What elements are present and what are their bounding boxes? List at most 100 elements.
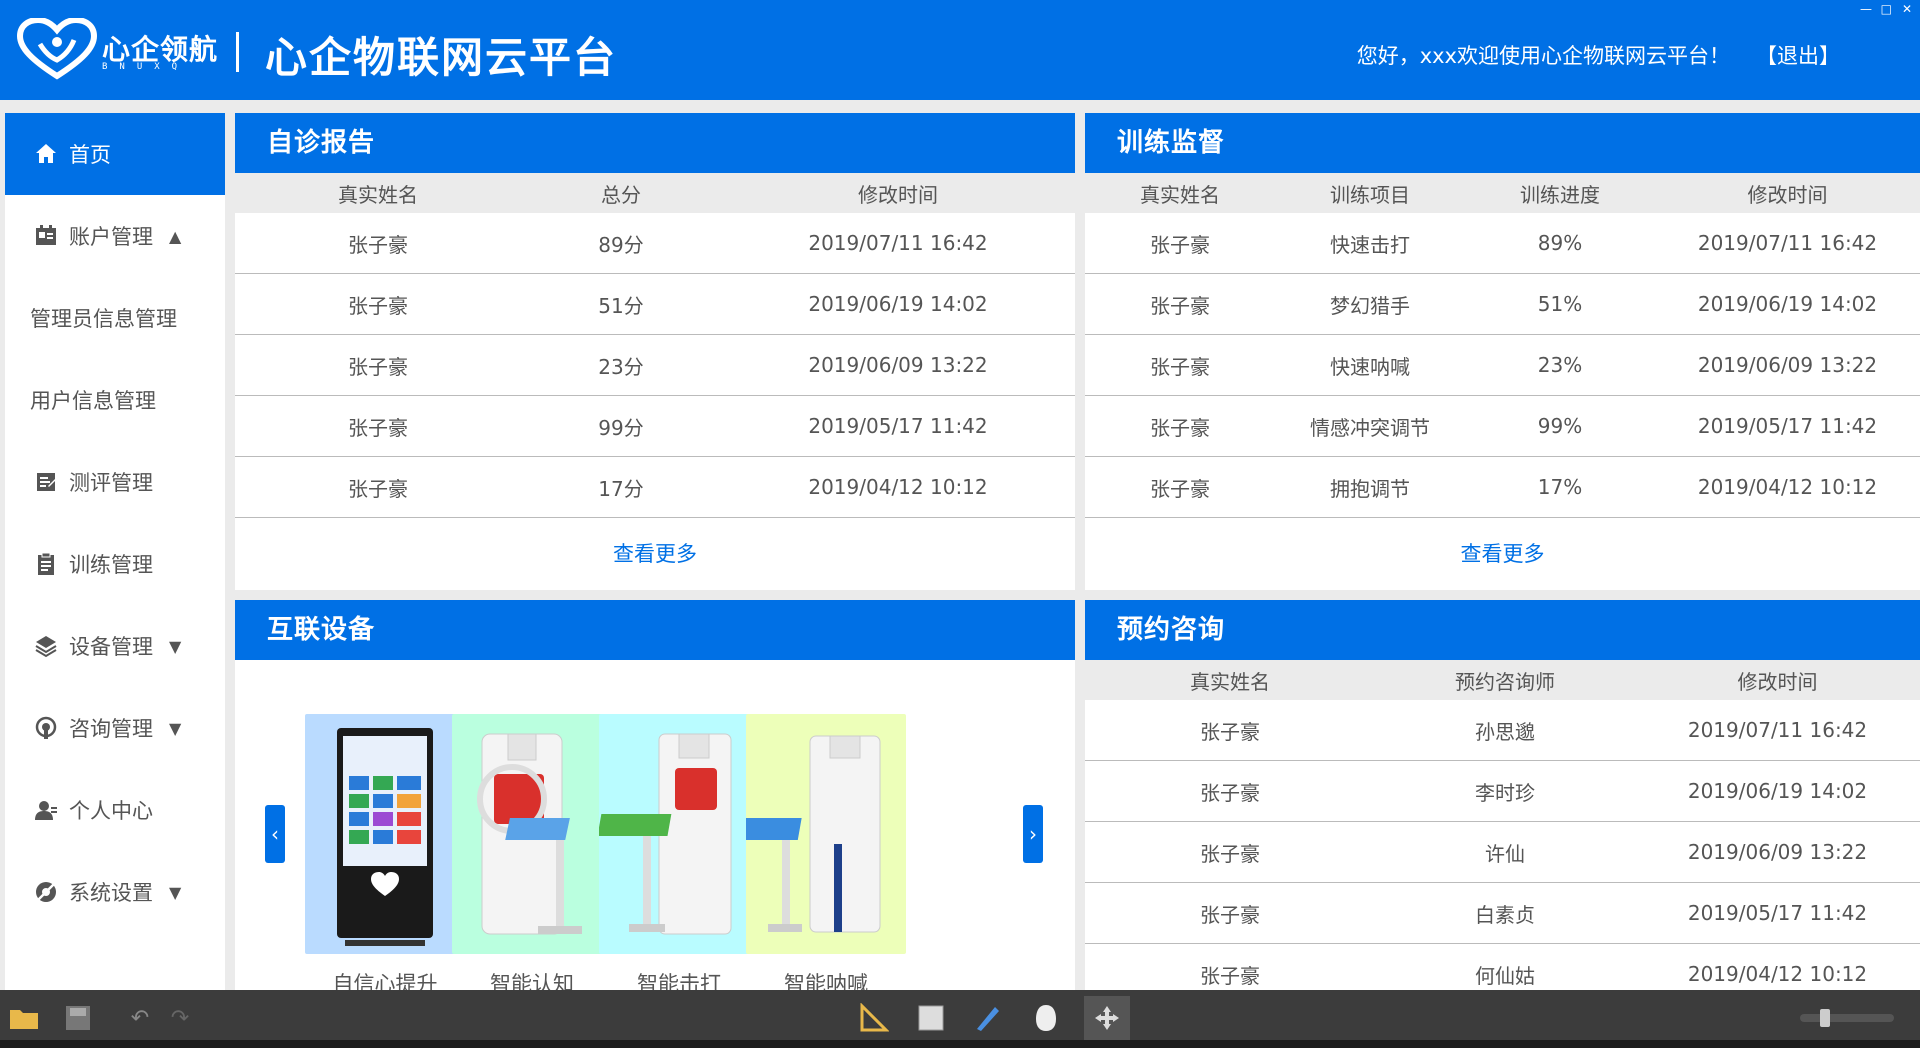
report-table-header: 真实姓名 总分 修改时间 bbox=[235, 173, 1075, 213]
table-row[interactable]: 张子豪 梦幻猎手 51% 2019/06/19 14:02 bbox=[1085, 274, 1920, 335]
table-cell: 23分 bbox=[598, 354, 644, 379]
brand-subtitle: BNUXQ bbox=[102, 62, 190, 72]
settings-icon bbox=[33, 879, 59, 905]
table-row[interactable]: 张子豪 23分 2019/06/09 13:22 bbox=[235, 335, 1075, 396]
header-divider bbox=[236, 32, 239, 72]
cognition-device-illustration bbox=[477, 733, 582, 935]
sidebar-item-label: 个人中心 bbox=[69, 799, 153, 823]
table-cell: 99% bbox=[1537, 414, 1583, 438]
device-card-hitting[interactable] bbox=[597, 714, 759, 954]
ruler-icon[interactable] bbox=[856, 1000, 892, 1036]
column-header: 真实姓名 bbox=[1190, 669, 1270, 694]
table-cell: 许仙 bbox=[1485, 841, 1525, 866]
sidebar-item-training[interactable]: 训练管理 bbox=[5, 523, 225, 605]
zoom-slider-handle[interactable] bbox=[1820, 1009, 1830, 1027]
column-header: 修改时间 bbox=[1737, 669, 1818, 694]
device-label: 智能认知 bbox=[490, 972, 574, 990]
table-row[interactable]: 张子豪 孙思邈 2019/07/11 16:42 bbox=[1085, 700, 1920, 761]
report-view-more-link[interactable]: 查看更多 bbox=[235, 518, 1075, 590]
table-row[interactable]: 张子豪 许仙 2019/06/09 13:22 bbox=[1085, 822, 1920, 883]
rectangle-icon[interactable] bbox=[913, 1000, 949, 1036]
table-cell: 情感冲突调节 bbox=[1310, 415, 1430, 440]
table-cell: 张子豪 bbox=[1150, 354, 1210, 379]
table-cell: 2019/06/19 14:02 bbox=[1697, 292, 1878, 316]
sidebar-item-settings[interactable]: 系统设置 ▼ bbox=[5, 851, 225, 933]
device-card-confidence[interactable] bbox=[305, 714, 465, 954]
report-table-body: 张子豪 89分 2019/07/11 16:42 张子豪 51分 2019/06/19 1… bbox=[235, 213, 1075, 518]
sidebar-item-consult[interactable]: 咨询管理 ▼ bbox=[5, 687, 225, 769]
table-cell: 2019/04/12 10:12 bbox=[808, 475, 988, 499]
table-row[interactable]: 张子豪 拥抱调节 17% 2019/04/12 10:12 bbox=[1085, 457, 1920, 518]
table-cell: 2019/05/17 11:42 bbox=[1687, 901, 1868, 925]
table-cell: 2019/07/11 16:42 bbox=[1697, 231, 1878, 255]
pen-icon[interactable] bbox=[970, 1000, 1006, 1036]
table-cell: 2019/06/19 14:02 bbox=[1687, 779, 1868, 803]
table-cell: 89% bbox=[1537, 231, 1583, 255]
training-table-header: 真实姓名 训练项目 训练进度 修改时间 bbox=[1085, 173, 1920, 213]
sidebar-item-account[interactable]: 账户管理 ▲ bbox=[5, 195, 225, 277]
device-label: 自信心提升 bbox=[332, 972, 438, 990]
carousel-next-button[interactable]: › bbox=[1023, 805, 1043, 863]
table-cell: 何仙姑 bbox=[1475, 963, 1535, 988]
sidebar-nav: 首页 账户管理 ▲ 管理员信息管理 用户信息管理 测评管理 训练管理 设备管理 … bbox=[5, 113, 225, 990]
undo-icon[interactable]: ↶ bbox=[122, 1000, 158, 1036]
close-button[interactable]: ✕ bbox=[1902, 2, 1912, 16]
table-row[interactable]: 张子豪 李时珍 2019/06/19 14:02 bbox=[1085, 761, 1920, 822]
layers-icon bbox=[33, 633, 59, 659]
table-cell: 2019/06/19 14:02 bbox=[808, 292, 988, 316]
table-cell: 2019/06/09 13:22 bbox=[1687, 840, 1868, 864]
sidebar-item-evaluation[interactable]: 测评管理 bbox=[5, 441, 225, 523]
caret-down-icon: ▼ bbox=[169, 718, 182, 738]
shape-icon[interactable] bbox=[1028, 1000, 1064, 1036]
save-icon[interactable] bbox=[60, 1000, 96, 1036]
table-row[interactable]: 张子豪 快速呐喊 23% 2019/06/09 13:22 bbox=[1085, 335, 1920, 396]
maximize-button[interactable]: □ bbox=[1881, 2, 1892, 16]
kiosk-screen-illustration bbox=[337, 728, 433, 946]
appointment-table-body: 张子豪 孙思邈 2019/07/11 16:42 张子豪 李时珍 2019/06/19 1… bbox=[1085, 700, 1920, 990]
folder-icon[interactable] bbox=[6, 1000, 42, 1036]
person-icon bbox=[33, 797, 59, 823]
carousel-prev-button[interactable]: ‹ bbox=[265, 805, 285, 863]
logout-button[interactable]: 【退出】 bbox=[1756, 40, 1840, 70]
table-cell: 张子豪 bbox=[1150, 415, 1210, 440]
redo-icon[interactable]: ↷ bbox=[162, 1000, 198, 1036]
devices-title: 互联设备 bbox=[235, 600, 1075, 660]
table-row[interactable]: 张子豪 快速击打 89% 2019/07/11 16:42 bbox=[1085, 213, 1920, 274]
device-label: 智能击打 bbox=[637, 972, 721, 990]
table-cell: 张子豪 bbox=[1200, 719, 1260, 744]
sidebar-subitem-user-info[interactable]: 用户信息管理 bbox=[5, 359, 225, 441]
table-row[interactable]: 张子豪 17分 2019/04/12 10:12 bbox=[235, 457, 1075, 518]
table-cell: 张子豪 bbox=[348, 232, 408, 257]
table-row[interactable]: 张子豪 99分 2019/05/17 11:42 bbox=[235, 396, 1075, 457]
column-header: 训练进度 bbox=[1520, 182, 1600, 207]
caret-down-icon: ▼ bbox=[169, 882, 182, 902]
column-header: 训练项目 bbox=[1330, 182, 1410, 207]
training-title: 训练监督 bbox=[1085, 113, 1920, 173]
sidebar-item-home[interactable]: 首页 bbox=[5, 113, 225, 195]
table-row[interactable]: 张子豪 51分 2019/06/19 14:02 bbox=[235, 274, 1075, 335]
table-cell: 2019/06/09 13:22 bbox=[1697, 353, 1878, 377]
zoom-slider[interactable] bbox=[1800, 1009, 1894, 1027]
device-card-shouting[interactable] bbox=[737, 714, 906, 954]
appointment-panel: 预约咨询 真实姓名 预约咨询师 修改时间 张子豪 孙思邈 2019/07/11 16… bbox=[1085, 600, 1920, 990]
sidebar-item-personal[interactable]: 个人中心 bbox=[5, 769, 225, 851]
brand-logo bbox=[16, 18, 98, 80]
table-cell: 17分 bbox=[598, 476, 644, 501]
device-label: 智能呐喊 bbox=[784, 972, 868, 990]
table-row[interactable]: 张子豪 情感冲突调节 99% 2019/05/17 11:42 bbox=[1085, 396, 1920, 457]
sidebar-item-label: 设备管理 bbox=[69, 635, 153, 659]
training-view-more-link[interactable]: 查看更多 bbox=[1085, 518, 1920, 590]
table-row[interactable]: 张子豪 89分 2019/07/11 16:42 bbox=[235, 213, 1075, 274]
column-header: 真实姓名 bbox=[1140, 182, 1220, 207]
minimize-button[interactable]: — bbox=[1860, 2, 1872, 16]
device-card-cognition[interactable] bbox=[452, 714, 612, 954]
table-cell: 2019/07/11 16:42 bbox=[1687, 718, 1868, 742]
column-header: 修改时间 bbox=[1747, 182, 1828, 207]
table-row[interactable]: 张子豪 白素贞 2019/05/17 11:42 bbox=[1085, 883, 1920, 944]
table-row[interactable]: 张子豪 何仙姑 2019/04/12 10:12 bbox=[1085, 944, 1920, 990]
table-cell: 孙思邈 bbox=[1475, 719, 1535, 744]
sidebar-item-devices[interactable]: 设备管理 ▼ bbox=[5, 605, 225, 687]
move-icon[interactable] bbox=[1084, 996, 1130, 1040]
account-icon bbox=[33, 223, 59, 249]
sidebar-subitem-admin-info[interactable]: 管理员信息管理 bbox=[5, 277, 225, 359]
